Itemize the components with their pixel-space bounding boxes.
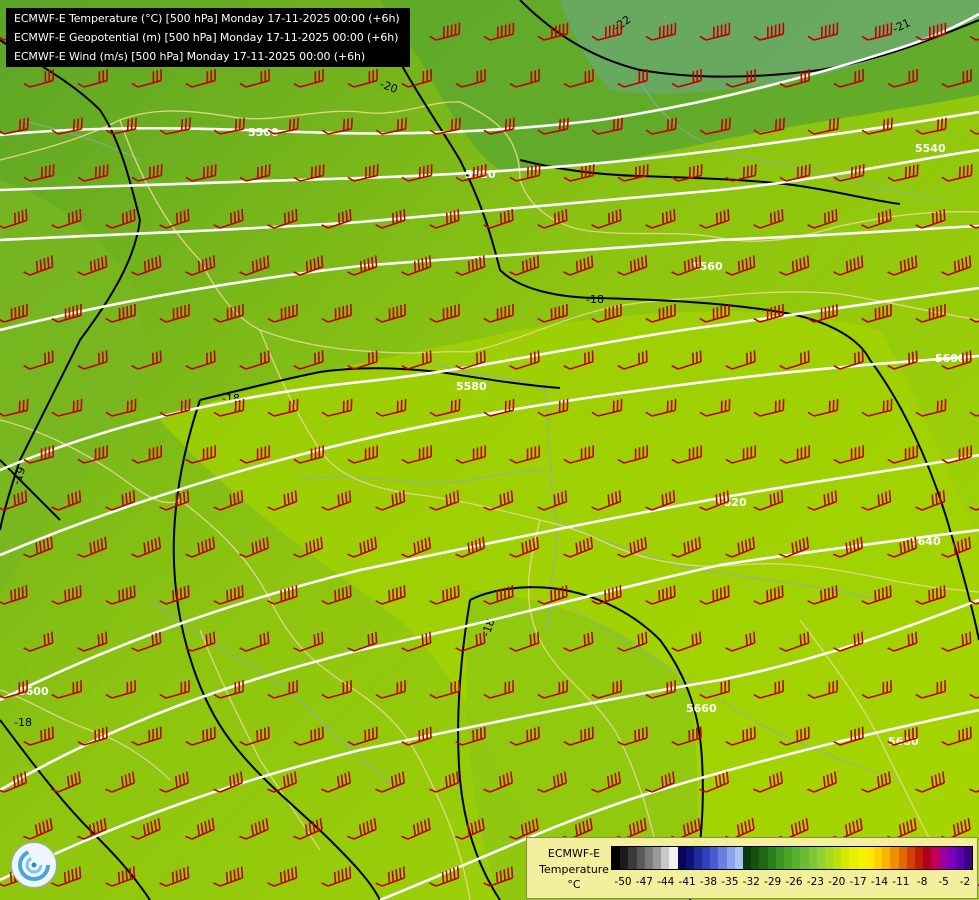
legend-swatch [751, 847, 760, 869]
legend-swatch [923, 847, 932, 869]
map-viewer[interactable]: -18 -18 -19 -20 -22 -21 -18 -18 5500 552… [0, 0, 979, 900]
geo-label: 5500 [248, 126, 279, 139]
legend-tick-label: -5 [938, 876, 949, 888]
legend-swatch [775, 847, 784, 869]
title-wind: ECMWF-E Wind (m/s) [500 hPa] Monday 17-1… [14, 50, 366, 63]
legend-swatch [783, 847, 793, 869]
legend-tick-label: -44 [657, 876, 675, 888]
legend-tick-label: -23 [806, 876, 824, 888]
legend-swatch [964, 847, 973, 869]
legend-swatch [644, 847, 653, 869]
legend-swatch [710, 847, 719, 869]
legend-swatch [685, 847, 694, 869]
map-title-box: ECMWF-E Temperature (°C) [500 hPa] Monda… [6, 8, 410, 67]
legend-tick-label: -50 [614, 876, 632, 888]
legend-swatch [669, 847, 678, 869]
geo-label: 5580 [456, 380, 487, 393]
legend-model: ECMWF-E [547, 847, 601, 860]
legend-swatch [833, 847, 842, 869]
legend-swatch [726, 847, 735, 869]
legend-colorbar [611, 846, 973, 870]
legend-swatch [734, 847, 743, 869]
legend-swatch [702, 847, 711, 869]
legend-tick-label: -17 [849, 876, 867, 888]
legend-swatch [759, 847, 768, 869]
legend-swatch [628, 847, 637, 869]
legend-swatch [865, 847, 874, 869]
legend-swatch [620, 847, 629, 869]
legend-swatch [841, 847, 850, 869]
temperature-legend: ECMWF-E Temperature °C -50 -47 -44 -41 -38 -3… [526, 837, 978, 899]
legend-tick-label: -26 [785, 876, 803, 888]
legend-swatch [718, 847, 727, 869]
legend-tick-label: -32 [742, 876, 760, 888]
geo-label: 5540 [915, 142, 946, 155]
legend-swatch [824, 847, 834, 869]
legend-tick-label: -11 [892, 876, 910, 888]
legend-tick-label: -20 [828, 876, 846, 888]
legend-swatch [808, 847, 817, 869]
legend-tick-label: -29 [764, 876, 782, 888]
legend-swatch [882, 847, 891, 869]
temp-label: -18 [14, 716, 32, 729]
legend-tick-label: -38 [699, 876, 718, 888]
legend-tick-label: -47 [635, 876, 653, 888]
legend-tick-label: -2 [959, 876, 971, 888]
legend-swatch [693, 847, 703, 869]
geo-label: 5600 [935, 352, 966, 365]
legend-swatch [849, 847, 858, 869]
legend-unit: °C [567, 878, 581, 891]
legend-swatch [947, 847, 956, 869]
legend-swatch [743, 847, 752, 869]
weather-map[interactable]: -18 -18 -19 -20 -22 -21 -18 -18 5500 552… [0, 0, 979, 900]
legend-swatch [955, 847, 965, 869]
legend-swatch [914, 847, 924, 869]
legend-swatch [767, 847, 776, 869]
legend-swatch [677, 847, 686, 869]
ecmwf-swirl-icon[interactable] [11, 842, 57, 888]
legend-swatch [652, 847, 662, 869]
legend-swatch [800, 847, 809, 869]
legend-swatch [636, 847, 645, 869]
legend-swatch [661, 847, 670, 869]
legend-swatch [612, 847, 621, 869]
legend-swatch [898, 847, 907, 869]
legend-swatch [931, 847, 940, 869]
legend-tick-label: -8 [917, 876, 928, 888]
legend-swatch [939, 847, 948, 869]
legend-swatch [857, 847, 866, 869]
geo-label: 5660 [686, 702, 717, 715]
title-temperature: ECMWF-E Temperature (°C) [500 hPa] Monda… [14, 12, 400, 25]
legend-tick-label: -41 [678, 876, 696, 888]
legend-tick-label: -14 [870, 876, 889, 888]
legend-swatch [874, 847, 883, 869]
legend-swatch [792, 847, 801, 869]
temp-label: -18 [586, 293, 604, 306]
legend-swatch [890, 847, 899, 869]
legend-tick-label: -35 [721, 876, 739, 888]
legend-variable: Temperature [539, 863, 609, 876]
legend-swatch [906, 847, 915, 869]
title-geopotential: ECMWF-E Geopotential (m) [500 hPa] Monda… [14, 31, 399, 44]
legend-swatch [816, 847, 825, 869]
